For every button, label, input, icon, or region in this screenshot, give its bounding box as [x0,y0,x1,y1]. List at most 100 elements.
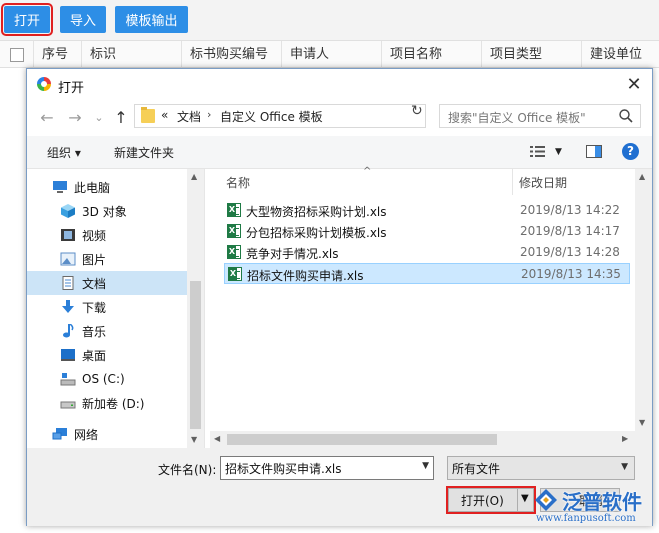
file-modified: 2019/8/13 14:28 [520,245,620,259]
sidebar-item-desktop[interactable]: 桌面 [27,343,187,367]
file-list: ^ 名称 修改日期 大型物资招标采购计划.xls 2019/8/13 14:22… [210,166,652,448]
sidebar-item-this-pc[interactable]: 此电脑 [27,175,187,199]
sidebar-item-music[interactable]: 音乐 [27,319,187,343]
sidebar-item-downloads[interactable]: 下载 [27,295,187,319]
new-folder-button[interactable]: 新建文件夹 [114,144,174,161]
sidebar-item-documents[interactable]: 文档 [27,271,187,295]
open-button[interactable]: 打开 [1,3,53,36]
address-bar[interactable]: « 文档 › 自定义 Office 模板 ⌄ [134,104,498,128]
sidebar-item-3d-objects[interactable]: 3D 对象 [27,199,187,223]
file-row[interactable]: 大型物资招标采购计划.xls 2019/8/13 14:22 [224,200,630,221]
brand-watermark: 泛普软件 www.fanpusoft.com [530,486,659,530]
scroll-up-icon[interactable]: ▲ [191,172,197,181]
scroll-corner [635,431,652,448]
preview-pane-icon[interactable] [586,145,602,158]
close-icon[interactable]: ✕ [620,71,648,97]
file-type-select[interactable]: 所有文件 ▼ [447,456,635,480]
sidebar-item-label: 文档 [82,276,107,291]
help-icon[interactable]: ? [622,143,639,160]
sidebar-item-label: 图片 [82,252,107,267]
system-drive-icon [60,373,76,386]
file-name: 大型物资招标采购计划.xls [246,205,387,219]
open-file-button[interactable]: 打开(O) ▼ [446,486,536,514]
breadcrumb-documents[interactable]: 文档 [177,108,201,125]
app-toolbar: 打开 导入 模板输出 [0,0,659,40]
sort-ascending-icon: ^ [363,166,372,177]
scroll-down-icon[interactable]: ▼ [191,435,197,444]
breadcrumb-office-templates[interactable]: 自定义 Office 模板 [220,108,323,125]
excel-file-icon [227,245,241,259]
open-button-label: 打开(O) [461,494,504,508]
column-header[interactable]: 标识 [81,41,179,68]
column-name[interactable]: 名称 [226,174,250,191]
import-button[interactable]: 导入 [60,6,106,33]
column-header[interactable]: 项目名称 [381,41,480,68]
file-modified: 2019/8/13 14:22 [520,203,620,217]
app-table-body [0,68,26,533]
scrollbar-thumb[interactable] [190,281,201,429]
search-icon[interactable] [618,108,634,124]
scroll-up-icon[interactable]: ▲ [639,172,645,181]
file-row[interactable]: 分包招标采购计划模板.xls 2019/8/13 14:17 [224,221,630,242]
select-all-checkbox[interactable] [10,48,24,62]
excel-file-icon [228,267,242,281]
column-header[interactable]: 申请人 [281,41,380,68]
view-options-icon[interactable] [530,145,546,158]
split-divider [517,489,518,511]
scroll-left-icon[interactable]: ◀ [214,434,220,443]
address-toolbar: ← → ⌄ ↑ « 文档 › 自定义 Office 模板 ⌄ ↻ 搜索"自定义 … [27,100,652,136]
file-type-value: 所有文件 [452,462,501,476]
sidebar-item-new-volume-d[interactable]: 新加卷 (D:) [27,391,187,415]
chevron-right-icon[interactable]: › [207,108,211,121]
sidebar-item-label: 3D 对象 [82,204,127,219]
column-header[interactable]: 项目类型 [481,41,580,68]
sidebar-item-os-c[interactable]: OS (C:) [27,367,187,391]
sidebar-item-network[interactable]: 网络 [27,422,187,446]
scroll-down-icon[interactable]: ▼ [639,418,645,427]
column-header[interactable]: 建设单位 [581,41,659,68]
refresh-icon[interactable]: ↻ [411,103,423,119]
cube-3d-icon [61,204,75,218]
column-header[interactable]: 标书购买编号 [181,41,280,68]
search-input[interactable]: 搜索"自定义 Office 模板" [439,104,641,128]
document-icon [62,276,74,290]
file-list-scrollbar[interactable]: ▲ ▼ [635,169,652,448]
back-arrow-icon[interactable]: ← [38,108,56,128]
chevron-down-icon[interactable]: ▼ [521,493,529,504]
recent-locations-icon[interactable]: ⌄ [90,108,108,128]
sidebar-item-videos[interactable]: 视频 [27,223,187,247]
sidebar-scrollbar[interactable]: ▲ ▼ [187,169,204,448]
forward-arrow-icon[interactable]: → [66,108,84,128]
column-modified[interactable]: 修改日期 [519,174,567,191]
chevron-down-icon[interactable]: ▼ [422,461,429,471]
chevron-down-icon[interactable]: ▼ [621,462,628,472]
brand-name: 泛普软件 [562,490,642,514]
sidebar-item-label: 网络 [74,427,99,442]
template-export-button[interactable]: 模板输出 [115,6,188,33]
dialog-title: 打开 [58,81,85,96]
open-file-dialog: 打开 ✕ ← → ⌄ ↑ « 文档 › 自定义 Office 模板 ⌄ ↻ 搜索… [26,68,653,526]
column-header[interactable]: 序号 [33,41,81,68]
file-list-hscrollbar[interactable]: ◀ ▶ [210,431,635,448]
table-header: 序号 标识 标书购买编号 申请人 项目名称 项目类型 建设单位 [0,40,659,68]
file-name: 招标文件购买申请.xls [247,269,364,283]
up-arrow-icon[interactable]: ↑ [112,108,130,128]
filename-value: 招标文件购买申请.xls [225,462,342,476]
sidebar-item-label: 音乐 [82,324,107,339]
sidebar-item-pictures[interactable]: 图片 [27,247,187,271]
network-icon [52,428,67,440]
desktop-icon [61,349,75,361]
file-row-selected[interactable]: 招标文件购买申请.xls 2019/8/13 14:35 [224,263,630,284]
column-divider[interactable] [512,169,513,195]
computer-icon [53,181,67,193]
organize-menu[interactable]: 组织 ▾ [47,144,81,161]
scrollbar-thumb[interactable] [227,434,497,445]
breadcrumb-overflow[interactable]: « [161,108,168,122]
file-name: 分包招标采购计划模板.xls [246,226,387,240]
chevron-down-icon[interactable]: ▼ [555,147,562,157]
file-row[interactable]: 竞争对手情况.xls 2019/8/13 14:28 [224,242,630,263]
sidebar-item-label: OS (C:) [82,372,125,386]
scroll-right-icon[interactable]: ▶ [622,434,628,443]
filename-input[interactable]: 招标文件购买申请.xls ▼ [220,456,434,480]
app-logo-icon [37,77,51,91]
